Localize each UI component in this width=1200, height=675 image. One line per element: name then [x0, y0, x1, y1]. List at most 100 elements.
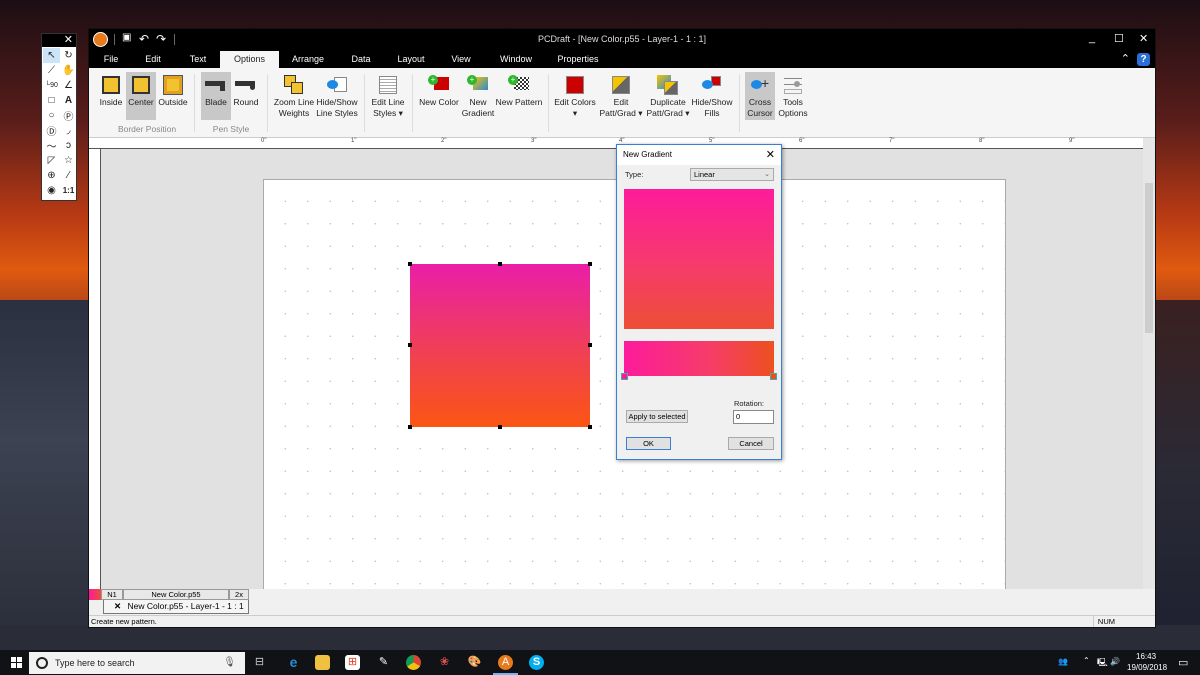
new-gradient-button[interactable]: + New Gradient [461, 72, 495, 119]
zoom-tab[interactable]: 2x [229, 589, 249, 600]
close-button[interactable]: ✕ [1139, 32, 1148, 45]
param-tool-icon[interactable]: Ⓟ [60, 108, 77, 123]
perpendicular-tool-icon[interactable]: ∠ [60, 78, 77, 93]
inside-button[interactable]: Inside [97, 72, 125, 108]
tab-window[interactable]: Window [497, 51, 535, 68]
paint-palette-icon[interactable]: 🎨 [467, 655, 482, 670]
vertical-scrollbar[interactable] [1143, 138, 1155, 589]
taskbar-search[interactable]: Type here to search 🎙 [29, 652, 245, 674]
scrollbar-thumb[interactable] [1145, 183, 1153, 333]
cross-cursor-button[interactable]: + Cross Cursor [745, 72, 775, 120]
ok-button[interactable]: OK [626, 437, 671, 450]
document-tab[interactable]: ✕ New Color.p55 - Layer-1 - 1 : 1 [103, 600, 249, 614]
edit-colors-button[interactable]: Edit Colors ▾ [553, 72, 597, 119]
selection-handle[interactable] [408, 343, 412, 347]
selection-handle[interactable] [408, 262, 412, 266]
tab-text[interactable]: Text [182, 51, 214, 68]
close-document-icon[interactable]: ✕ [114, 601, 121, 611]
new-pattern-button[interactable]: + New Pattern [495, 72, 543, 108]
gradient-stop-start[interactable] [621, 373, 628, 380]
type-select[interactable]: Linear ⌄ [690, 168, 774, 181]
maximize-button[interactable]: ☐ [1114, 32, 1124, 45]
new-color-button[interactable]: + New Color [417, 72, 461, 108]
rotation-input[interactable]: 0 [733, 410, 774, 424]
circle-tool-icon[interactable]: ○ [43, 108, 60, 123]
apply-to-selected-button[interactable]: Apply to selected [626, 410, 688, 423]
blade-button[interactable]: Blade [201, 72, 231, 120]
tab-data[interactable]: Data [345, 51, 377, 68]
selection-handle[interactable] [588, 425, 592, 429]
windows-start-icon[interactable] [11, 657, 22, 668]
tab-layout[interactable]: Layout [392, 51, 430, 68]
star-tool-icon[interactable]: ☆ [60, 153, 77, 168]
paint-app-icon[interactable]: ❀ [437, 655, 452, 670]
selection-handle[interactable] [588, 262, 592, 266]
hide-show-fills-button[interactable]: Hide/Show Fills [691, 72, 733, 119]
hide-show-line-styles-button[interactable]: Hide/Show Line Styles [316, 72, 358, 119]
selection-handle[interactable] [588, 343, 592, 347]
tab-properties[interactable]: Properties [555, 51, 601, 68]
help-button[interactable]: ? [1137, 53, 1150, 66]
gradient-stop-end[interactable] [770, 373, 777, 380]
tab-view[interactable]: View [445, 51, 477, 68]
tab-arrange[interactable]: Arrange [287, 51, 329, 68]
eyedropper-tool-icon[interactable]: ⁄ [60, 168, 77, 183]
crosshair-tool-icon[interactable]: ⊕ [43, 168, 60, 183]
clock-date[interactable]: 19/09/2018 [1127, 663, 1167, 672]
tools-options-button[interactable]: Tools Options [777, 72, 809, 119]
tab-file[interactable]: File [95, 51, 127, 68]
chrome-icon[interactable] [406, 655, 421, 670]
network-icon[interactable]: 🖳 [1097, 657, 1108, 671]
selection-handle[interactable] [498, 425, 502, 429]
layer-tab[interactable]: N1 [101, 589, 123, 600]
action-center-icon[interactable]: ▭ [1178, 656, 1188, 669]
minimize-button[interactable]: _ [1089, 32, 1095, 44]
collapse-ribbon-icon[interactable]: ⌃ [1121, 52, 1130, 65]
zoom-line-weights-button[interactable]: Zoom Line Weights [273, 72, 315, 119]
gradient-rectangle[interactable] [408, 262, 592, 429]
rotate-tool-icon[interactable]: ↻ [60, 48, 77, 63]
tab-edit[interactable]: Edit [137, 51, 169, 68]
duplicate-patt-grad-button[interactable]: Duplicate Patt/Grad ▾ [645, 72, 691, 119]
people-icon[interactable]: 👥 [1058, 657, 1068, 666]
arc-tool-icon[interactable]: ◞ [60, 123, 77, 138]
selection-handle[interactable] [498, 262, 502, 266]
selection-handle[interactable] [408, 425, 412, 429]
pcdraft-icon[interactable]: A [498, 655, 513, 670]
rectangle-tool-icon[interactable]: □ [43, 93, 60, 108]
title-bar: ▣ ↶ ↷ PCDraft - [New Color.p55 - Layer-1… [89, 29, 1155, 51]
freehand-tool-icon[interactable]: 〜 [43, 138, 60, 153]
microphone-icon[interactable]: 🎙 [223, 652, 236, 674]
angle-tool-icon[interactable]: └90 [43, 78, 60, 93]
outside-button[interactable]: Outside [157, 72, 189, 108]
fill-swatch[interactable] [89, 589, 101, 600]
file-explorer-icon[interactable] [315, 655, 330, 670]
hand-tool-icon[interactable]: ✋ [60, 63, 77, 78]
tab-options[interactable]: Options [220, 51, 279, 68]
polygon-tool-icon[interactable]: ◸ [43, 153, 60, 168]
clock-time[interactable]: 16:43 [1136, 652, 1156, 661]
palette-close-button[interactable]: ✕ [64, 34, 73, 46]
skype-icon[interactable]: S [529, 655, 544, 670]
store-icon[interactable]: ⊞ [345, 655, 360, 670]
curve-tool-icon[interactable]: ↄ [60, 138, 77, 153]
show-hidden-icons[interactable]: ⌃ [1083, 656, 1090, 665]
round-button[interactable]: Round [232, 72, 260, 108]
file-name-tab[interactable]: New Color.p55 [123, 589, 229, 600]
diameter-tool-icon[interactable]: Ⓓ [43, 123, 60, 138]
arrow-tool-icon[interactable]: ↖ [43, 48, 60, 63]
edge-icon[interactable]: e [286, 655, 301, 670]
actual-size-tool-icon[interactable]: 1:1 [60, 183, 77, 198]
pen-app-icon[interactable]: ✎ [376, 655, 391, 670]
edit-line-styles-button[interactable]: Edit Line Styles ▾ [369, 72, 407, 119]
task-view-icon[interactable]: ⊟ [252, 655, 267, 670]
center-button[interactable]: Center [126, 72, 156, 120]
line-tool-icon[interactable]: ⟋ [43, 63, 60, 78]
text-tool-icon[interactable]: A [60, 93, 77, 108]
gradient-bar[interactable] [624, 341, 774, 376]
cancel-button[interactable]: Cancel [728, 437, 774, 450]
volume-icon[interactable]: 🔊 [1110, 657, 1120, 666]
edit-patt-grad-button[interactable]: Edit Patt/Grad ▾ [597, 72, 645, 119]
bulb-tool-icon[interactable]: ◉ [43, 183, 60, 198]
dialog-close-button[interactable]: ✕ [766, 145, 775, 165]
